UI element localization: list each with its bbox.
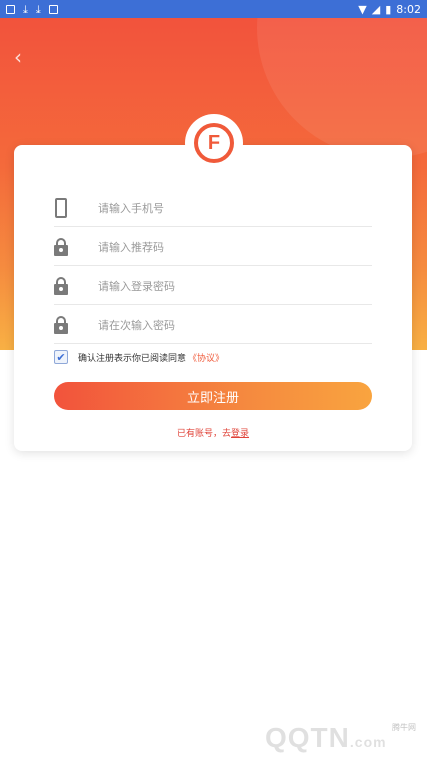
register-button[interactable]: 立即注册 (54, 382, 372, 410)
image-icon (48, 4, 58, 14)
agree-checkbox[interactable]: ✔ (54, 350, 68, 364)
logo-icon: F (194, 123, 234, 163)
agreement-row: ✔ 确认注册表示你已阅读同意 《协议》 (54, 350, 224, 364)
password-input[interactable] (96, 278, 340, 294)
notification-icon (6, 4, 15, 14)
lock-icon (54, 277, 68, 295)
password-field-row (54, 268, 372, 305)
checkmark-icon: ✔ (56, 351, 66, 364)
chevron-left-icon: ‹ (14, 45, 22, 69)
referral-code-input[interactable] (96, 239, 340, 255)
signal-icon: ◢ (371, 2, 381, 16)
agreement-link[interactable]: 《协议》 (188, 351, 224, 364)
watermark-logo: QQTN.com (265, 722, 387, 753)
status-bar: ⤓ ⤓ ▼ ◢ ▮ 8:02 (0, 0, 427, 18)
download-icon: ⤓ (35, 2, 41, 16)
status-right-icons: ▼ ◢ ▮ 8:02 (358, 3, 421, 16)
phone-field-row (54, 190, 372, 227)
logo-letter: F (207, 131, 221, 154)
watermark-label: 腾牛网 (392, 723, 416, 732)
decorative-circle (257, 18, 427, 158)
confirm-password-input[interactable] (96, 317, 340, 333)
confirm-password-field-row (54, 307, 372, 344)
lock-icon (54, 238, 68, 256)
battery-icon: ▮ (385, 2, 392, 16)
agree-text: 确认注册表示你已阅读同意 (78, 353, 187, 364)
login-prompt: 已有账号，去登录 (14, 426, 412, 439)
register-card: ✔ 确认注册表示你已阅读同意 《协议》 立即注册 已有账号，去登录 (14, 145, 412, 451)
phone-icon (54, 198, 68, 218)
back-button[interactable]: ‹ (14, 45, 32, 69)
status-time: 8:02 (396, 2, 421, 16)
lock-icon (54, 316, 68, 334)
phone-input[interactable] (96, 200, 340, 216)
app-logo: F (185, 114, 243, 172)
login-prompt-text: 已有账号，去 (176, 429, 231, 439)
download-icon: ⤓ (23, 2, 28, 16)
status-left-icons: ⤓ ⤓ (6, 4, 58, 15)
referral-field-row (54, 229, 372, 266)
login-link[interactable]: 登录 (231, 429, 249, 439)
wifi-icon: ▼ (358, 2, 367, 16)
